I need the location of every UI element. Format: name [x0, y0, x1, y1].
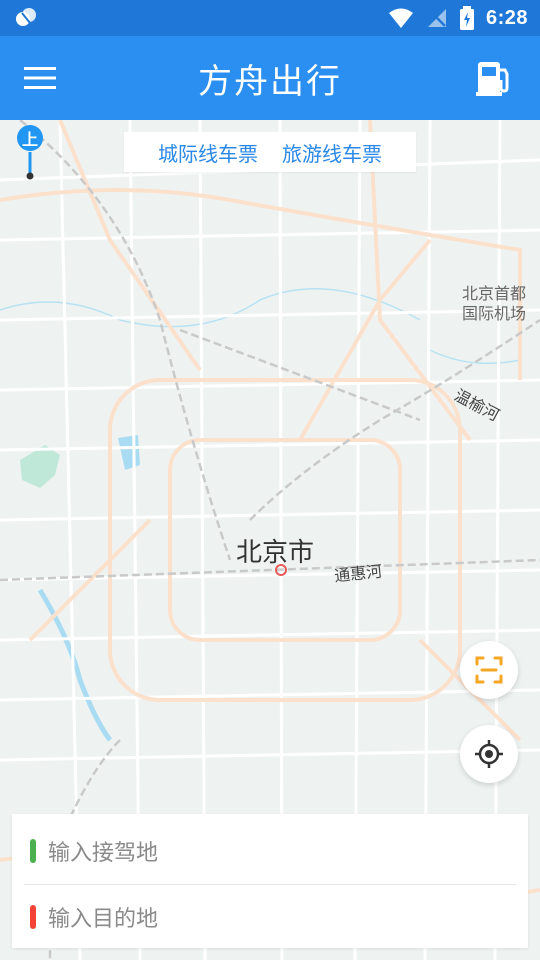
scan-icon [475, 656, 503, 684]
tab-tour[interactable]: 旅游线车票 [282, 138, 382, 167]
trip-input-panel: 输入接驾地 输入目的地 [12, 814, 528, 948]
status-bar: 6:28 [0, 0, 540, 36]
tab-intercity[interactable]: 城际线车票 [158, 138, 258, 167]
pickup-indicator [30, 839, 36, 863]
destination-indicator [30, 905, 36, 929]
destination-input[interactable]: 输入目的地 [12, 884, 528, 950]
pin-label: 上 [21, 130, 38, 149]
airport-label-line1: 北京首都 [462, 284, 527, 303]
ticket-tabs: 城际线车票 旅游线车票 [124, 132, 416, 172]
airport-label: 北京首都 国际机场 [462, 284, 526, 324]
pickup-input[interactable]: 输入接驾地 [12, 818, 528, 884]
airport-label-line2: 国际机场 [462, 304, 527, 323]
city-label: 北京市 [236, 538, 315, 568]
wifi-icon [388, 8, 413, 28]
river-label-tonghui: 通惠河 [333, 561, 384, 586]
scan-button[interactable] [460, 641, 518, 699]
locate-button[interactable] [460, 725, 518, 783]
city-center-marker [275, 564, 287, 576]
app-notification-icon [16, 8, 36, 26]
no-signal-icon [427, 9, 446, 27]
pickup-placeholder: 输入接驾地 [48, 841, 159, 866]
fuel-station-icon[interactable] [474, 56, 514, 100]
battery-charging-icon [459, 6, 474, 30]
app-bar: 方舟出行 [0, 36, 540, 120]
locate-icon [475, 740, 503, 768]
app-title: 方舟出行 [198, 62, 342, 102]
status-time: 6:28 [485, 6, 528, 29]
destination-placeholder: 输入目的地 [48, 907, 159, 932]
